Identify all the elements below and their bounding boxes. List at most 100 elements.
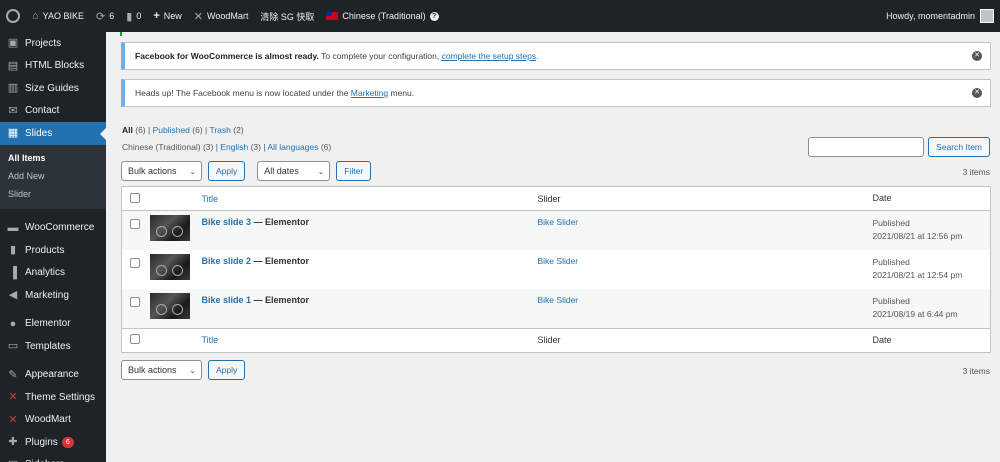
sidebar-item-woocommerce[interactable]: ▬ WooCommerce	[0, 217, 106, 240]
sidebar-item-elementor[interactable]: ● Elementor	[0, 313, 106, 336]
setup-steps-link[interactable]: complete the setup steps	[442, 51, 537, 61]
new-content-link[interactable]: + New	[147, 0, 187, 32]
submenu-slider[interactable]: Slider	[0, 185, 106, 203]
row-checkbox[interactable]	[130, 219, 140, 229]
slide-title-link[interactable]: Bike slide 2	[202, 256, 252, 266]
slider-link[interactable]: Bike Slider	[538, 256, 579, 266]
tablenav-top: Bulk actions ⌄ Apply All dates ⌄ Filter	[121, 161, 372, 181]
sidebar-item-projects[interactable]: ▣ Projects	[0, 32, 106, 55]
lang-all[interactable]: All languages	[267, 142, 318, 152]
row-checkbox[interactable]	[130, 257, 140, 268]
view-all[interactable]: All	[122, 125, 133, 135]
products-icon: ▮	[9, 244, 17, 257]
sidebar-item-templates[interactable]: ▭ Templates	[0, 335, 106, 358]
chevron-down-icon: ⌄	[189, 366, 196, 375]
slide-thumbnail[interactable]	[149, 293, 190, 320]
sidebar-item-appearance[interactable]: ✎ Appearance	[0, 364, 106, 387]
language-switcher[interactable]: Chinese (Traditional)?	[320, 0, 444, 32]
site-name-link[interactable]: ⌂ YAO BIKE	[26, 0, 90, 32]
sidebar-item-slides[interactable]: ▦ Slides	[0, 122, 106, 145]
table-row: Bike slide 2 — Elementor Bike Slider Publi…	[122, 250, 991, 289]
sidebar-item-products[interactable]: ▮ Products	[0, 239, 106, 262]
taiwan-flag-icon	[326, 12, 339, 20]
dismiss-notice-icon[interactable]: ✕	[972, 51, 982, 61]
slide-title-link[interactable]: Bike slide 3	[202, 217, 252, 227]
items-count-bottom: 3 items	[962, 366, 990, 376]
wp-logo-menu[interactable]	[0, 0, 26, 32]
projects-icon: ▣	[7, 37, 19, 50]
apply-button[interactable]: Apply	[208, 161, 246, 181]
sidebar-item-woodmart[interactable]: ✕ WoodMart	[0, 409, 106, 432]
items-count-top: 3 items	[962, 167, 990, 177]
filter-button[interactable]: Filter	[336, 161, 372, 181]
post-status-views: All (6) | Published (6) | Trash (2)	[122, 125, 244, 135]
marketing-link[interactable]: Marketing	[351, 88, 388, 98]
slide-title-link[interactable]: Bike slide 1	[202, 295, 252, 305]
slider-link[interactable]: Bike Slider	[538, 295, 579, 305]
select-all-checkbox[interactable]	[130, 192, 140, 203]
search-box: Search Item	[808, 137, 990, 157]
sidebar-item-sidebars[interactable]: ▤Sidebars	[0, 454, 106, 462]
sidebar-item-contact[interactable]: ✉ Contact	[0, 100, 106, 123]
post-date: 2021/08/21 at 12:56 pm	[872, 231, 963, 241]
post-date: 2021/08/21 at 12:54 pm	[872, 269, 963, 280]
column-date-footer[interactable]: Date	[872, 327, 991, 353]
view-published[interactable]: Published	[153, 125, 190, 135]
woocommerce-icon: ▬	[7, 221, 19, 234]
lang-chinese[interactable]: Chinese (Traditional)	[122, 142, 201, 152]
select-all-checkbox[interactable]	[130, 334, 140, 345]
language-views: Chinese (Traditional) (3) | English (3) …	[122, 142, 332, 152]
date-filter-select[interactable]: All dates ⌄	[257, 161, 331, 181]
slide-thumbnail[interactable]	[149, 253, 190, 280]
row-checkbox[interactable]	[130, 297, 140, 308]
elementor-icon: ●	[9, 317, 17, 330]
sidebar-item-html-blocks[interactable]: ▤ HTML Blocks	[0, 55, 106, 78]
slide-thumbnail[interactable]	[149, 215, 190, 241]
sidebar-item-size-guides[interactable]: ▥ Size Guides	[0, 77, 106, 100]
sidebar-item-marketing[interactable]: ◀ Marketing	[0, 284, 106, 307]
slider-link[interactable]: Bike Slider	[538, 217, 579, 227]
sidebar-item-analytics[interactable]: ▐ Analytics	[0, 262, 106, 285]
sidebar-item-theme-settings[interactable]: ✕ Theme Settings	[0, 386, 106, 409]
apply-button[interactable]: Apply	[208, 360, 246, 380]
plugins-icon: ✚	[8, 436, 18, 449]
post-status: Published	[872, 256, 910, 267]
view-trash[interactable]: Trash	[209, 125, 230, 135]
purge-cache-link[interactable]: 清除 SG 快取	[254, 0, 320, 32]
sidebar-item-plugins[interactable]: ✚ Plugins 6	[0, 431, 106, 454]
post-state: — Elementor	[251, 255, 310, 266]
table-row: Bike slide 1 — Elementor Bike Slider Publi…	[121, 289, 991, 329]
search-button[interactable]: Search Item	[928, 137, 990, 157]
my-account-menu[interactable]: Howdy, momentadmin	[886, 9, 1000, 23]
column-title-header[interactable]: Title	[201, 186, 538, 211]
success-notice-edge	[120, 32, 122, 36]
updates-link[interactable]: ⟳ 6	[90, 0, 120, 32]
bulk-actions-select[interactable]: Bulk actions ⌄	[121, 360, 202, 380]
column-date-header[interactable]: Date	[872, 186, 991, 211]
column-title-footer[interactable]: Title	[201, 327, 538, 353]
bulk-actions-select[interactable]: Bulk actions ⌄	[121, 161, 202, 181]
submenu-all-items[interactable]: All Items	[0, 149, 106, 167]
column-slider-footer: Slider	[537, 327, 873, 353]
html-blocks-icon: ▤	[7, 59, 19, 72]
dismiss-notice-icon[interactable]: ✕	[972, 88, 982, 98]
woodmart-icon: ✕	[193, 10, 203, 23]
search-input[interactable]	[808, 137, 925, 157]
avatar	[980, 9, 994, 23]
lang-english[interactable]: English	[220, 142, 248, 152]
admin-sidebar: ▣ Projects ▤ HTML Blocks ▥ Size Guides ✉ Contac…	[0, 32, 106, 462]
plus-icon: +	[153, 10, 160, 22]
comments-link[interactable]: ▮ 0	[120, 0, 147, 32]
size-guides-icon: ▥	[7, 82, 19, 95]
slides-icon: ▦	[7, 127, 19, 140]
marketing-icon: ◀	[8, 289, 18, 302]
facebook-setup-notice: Facebook for WooCommerce is almost ready…	[121, 42, 991, 70]
column-slider-header: Slider	[537, 186, 873, 211]
submenu-add-new[interactable]: Add New	[0, 167, 106, 185]
woodmart-link[interactable]: ✕ WoodMart	[188, 0, 255, 32]
contact-icon: ✉	[8, 104, 18, 117]
admin-bar: ⌂ YAO BIKE ⟳ 6 ▮ 0 + New ✕ WoodMart 清除 SG 快取 …	[0, 0, 1000, 32]
post-date: 2021/08/19 at 6:44 pm	[872, 309, 958, 320]
templates-icon: ▭	[7, 340, 19, 353]
post-state: — Elementor	[251, 295, 310, 306]
